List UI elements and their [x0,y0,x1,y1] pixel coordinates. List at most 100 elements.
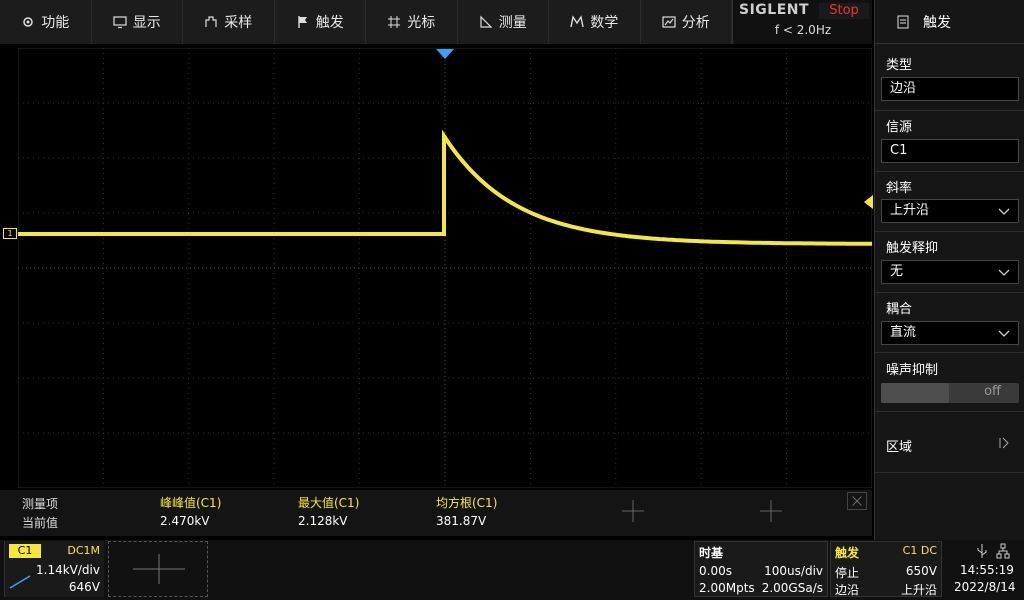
top-menu-bar: 功能 显示 采样 触发 光标 测量 数学 分析 [0,0,732,44]
trigger-settings-panel: 触发 类型 边沿 信源 C1 斜率 上升沿 触发释抑 无 耦合 直流 噪声抑制 … [874,0,1024,600]
noise-reject-toggle[interactable]: off [881,383,1019,403]
sample-rate: 2.00GSa/s [761,581,823,595]
menu-function[interactable]: 功能 [0,0,92,44]
timebase-scale: 100us/div [764,564,823,578]
divider [875,171,1024,172]
timebase-box[interactable]: 时基 0.00s 100us/div 2.00Mpts 2.00GSa/s [694,541,828,597]
chevron-down-icon [998,208,1010,215]
chevron-down-icon [998,330,1010,337]
trigger-level-marker[interactable] [864,195,873,209]
waveform-grid[interactable] [18,48,872,488]
flag-icon [298,16,307,28]
timebase-title: 时基 [699,546,724,560]
run-stop-status[interactable]: Stop [819,3,869,19]
trigger-position-marker[interactable] [436,49,454,59]
trigger-status-box[interactable]: 触发 C1 DC 停止 650V 边沿 上升沿 [830,541,942,597]
ch1-waveform-trace [18,129,872,246]
divider [875,472,1024,473]
source-label: 信源 [886,120,913,135]
menu-label: 采样 [224,15,253,31]
clock-area: 14:55:19 2022/8/14 [946,541,1024,597]
acquire-icon [205,16,217,27]
ruler-icon [480,15,493,28]
coupling-value: 直流 [890,325,917,340]
add-channel-box[interactable] [108,541,208,597]
plus-icon [133,554,185,584]
menu-acquire[interactable]: 采样 [183,0,275,44]
trigger-source: C1 DC [902,544,937,557]
trigger-source-field[interactable]: C1 [881,139,1019,163]
ch1-offset-marker[interactable]: 1 [3,228,17,239]
chevron-down-icon [998,269,1010,276]
grid-center-axes [18,48,872,488]
math-icon [570,15,584,28]
menu-measure[interactable]: 测量 [458,0,549,44]
slope-select[interactable]: 上升沿 [881,199,1019,223]
network-icon [996,543,1010,559]
holdoff-value: 无 [890,264,904,279]
coupling-select[interactable]: 直流 [881,321,1019,345]
chevron-right-icon[interactable] [997,436,1011,450]
cursor-icon [388,16,401,28]
siglent-logo: SIGLENT [739,2,810,18]
memory-depth: 2.00Mpts [699,581,755,595]
divider [875,411,1024,412]
panel-header: 触发 [875,0,1024,44]
measure-value-label: 当前值 [22,516,59,530]
menu-label: 显示 [132,15,161,31]
measure-row-label: 测量项 [22,497,59,511]
ch1-info-box[interactable]: C1 DC1M 1.14kV/div 646V [4,541,104,597]
zone-label[interactable]: 区域 [886,436,912,455]
trigger-slope: 上升沿 [900,583,937,597]
menu-trigger[interactable]: 触发 [275,0,366,44]
menu-analysis[interactable]: 分析 [641,0,732,44]
type-label: 类型 [886,58,913,73]
slope-value: 上升沿 [890,203,930,218]
menu-cursor[interactable]: 光标 [366,0,458,44]
slope-label: 斜率 [886,181,913,196]
clock-time: 14:55:19 [960,563,1014,577]
add-measure-icon[interactable] [760,500,782,522]
gear-icon [23,17,33,27]
trigger-type-field[interactable]: 边沿 [881,77,1019,101]
menu-math[interactable]: 数学 [549,0,641,44]
ch1-coupling: DC1M [67,544,100,557]
add-measure-icon[interactable] [622,500,644,522]
toggle-knob [881,383,949,403]
menu-display[interactable]: 显示 [92,0,183,44]
ch1-offset: 646V [68,580,100,594]
holdoff-select[interactable]: 无 [881,260,1019,284]
trigger-title: 触发 [835,546,860,560]
menu-label: 功能 [41,15,70,31]
usb-icon [977,544,987,558]
divider [875,231,1024,232]
timebase-delay: 0.00s [699,564,732,578]
close-icon[interactable] [847,492,867,510]
measure-max-value: 2.128kV [298,514,348,528]
brand-status-area: SIGLENT Stop f < 2.0Hz [732,0,872,44]
measure-pkpk-name[interactable]: 峰峰值(C1) [160,494,221,511]
divider [875,110,1024,111]
measure-pkpk-value: 2.470kV [160,514,210,528]
trigger-state: 停止 [835,566,860,580]
measure-rms-name[interactable]: 均方根(C1) [436,494,497,511]
frequency-counter: f < 2.0Hz [774,23,832,37]
coupling-label: 耦合 [886,302,913,317]
menu-label: 光标 [407,15,436,31]
document-icon [897,15,909,28]
probe-icon [9,575,31,589]
panel-title: 触发 [923,14,951,31]
monitor-icon [113,16,127,29]
measure-max-name[interactable]: 最大值(C1) [298,494,359,511]
clock-date: 2022/8/14 [954,580,1016,594]
menu-label: 触发 [315,15,344,31]
measure-rms-value: 381.87V [436,514,487,528]
ch1-vertical-scale: 1.14kV/div [36,563,100,577]
toggle-state: off [984,384,1001,399]
divider [875,292,1024,293]
menu-label: 数学 [590,15,619,31]
divider [875,352,1024,353]
analysis-icon [662,16,676,28]
holdoff-label: 触发释抑 [886,241,939,256]
menu-label: 分析 [681,15,710,31]
